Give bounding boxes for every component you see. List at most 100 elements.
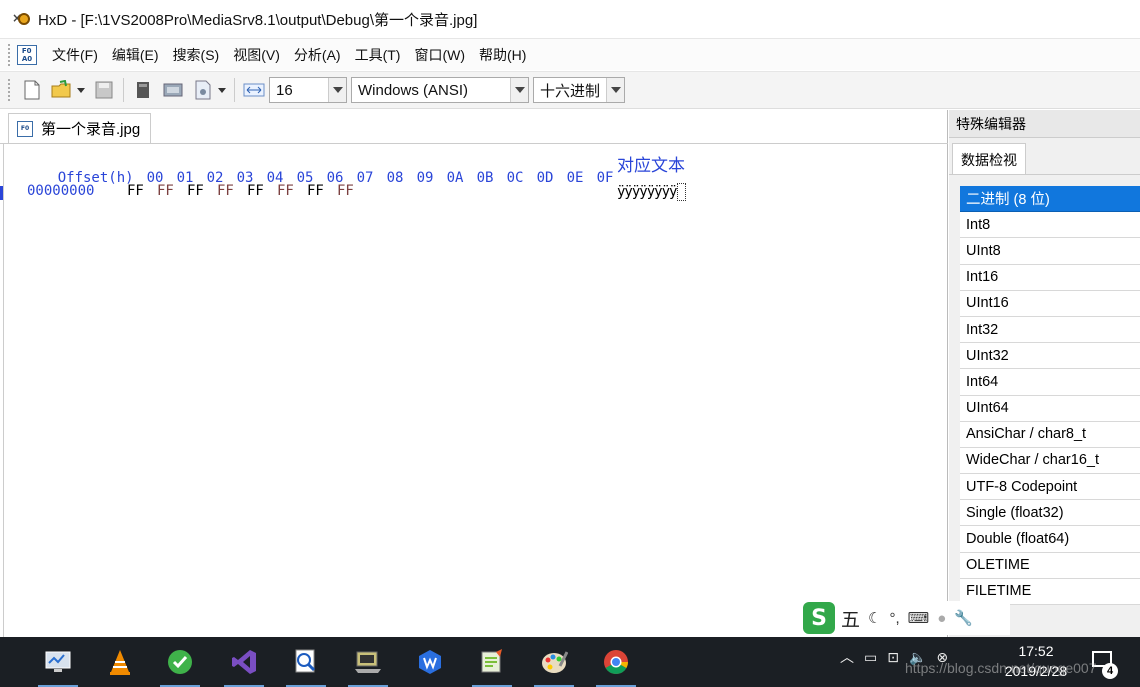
menu-window[interactable]: 窗口(W) xyxy=(407,45,472,65)
inspector-row-widechar[interactable]: WideChar / char16_t xyxy=(960,447,1140,475)
open-folder-icon xyxy=(51,80,71,98)
menu-analysis[interactable]: 分析(A) xyxy=(287,45,348,65)
watermark: https://blog.csdn.net/quoge007 xyxy=(905,660,1097,676)
column-header: 0D xyxy=(536,170,554,186)
hex-byte[interactable]: FF xyxy=(247,183,277,199)
menu-search[interactable]: 搜索(S) xyxy=(166,45,227,65)
ram-icon xyxy=(163,83,183,97)
inspector-row-uint16[interactable]: UInt16 xyxy=(960,290,1140,317)
bytes-per-row-select[interactable]: 16 xyxy=(269,77,347,103)
menu-bar: F0 A0 文件(F) 编辑(E) 搜索(S) 视图(V) 分析(A) 工具(T)… xyxy=(0,38,1140,70)
hex-byte[interactable]: FF xyxy=(217,183,247,199)
hex-byte[interactable]: FF xyxy=(127,183,157,199)
width-arrows-icon xyxy=(243,83,265,97)
menu-view[interactable]: 视图(V) xyxy=(226,45,287,65)
panel-tab-divider xyxy=(949,174,1140,175)
taskbar-app-wps[interactable] xyxy=(410,643,450,681)
ram-button[interactable] xyxy=(161,78,185,102)
hex-byte[interactable]: FF xyxy=(277,183,307,199)
hex-editor[interactable]: F0 第一个录音.jpg Offset(h) 00 01 02 03 04 05 06 07 08… xyxy=(0,110,948,637)
text-column-header: 对应文本 xyxy=(617,156,685,175)
ime-mode-label[interactable]: 五 xyxy=(841,605,860,632)
taskbar-app-monitor[interactable] xyxy=(38,643,78,687)
decoded-text[interactable]: ÿÿÿÿÿÿÿÿ xyxy=(617,184,677,200)
inspector-row-int64[interactable]: Int64 xyxy=(960,369,1140,396)
document-tab[interactable]: F0 第一个录音.jpg xyxy=(8,113,152,143)
image-button[interactable] xyxy=(191,78,215,102)
disk-icon xyxy=(137,82,149,98)
hex-byte[interactable]: FF xyxy=(157,183,187,199)
toolbar-grip xyxy=(8,79,11,101)
open-dropdown-arrow-icon[interactable] xyxy=(77,87,85,93)
menu-grip xyxy=(8,43,11,66)
text-cursor xyxy=(677,183,687,201)
hex-byte[interactable]: FF xyxy=(337,183,367,199)
inspector-row-double[interactable]: Double (float64) xyxy=(960,526,1140,553)
chevron-down-icon[interactable] xyxy=(606,78,624,102)
editor-left-gutter xyxy=(0,143,4,637)
text-row[interactable]: ÿÿÿÿÿÿÿÿ xyxy=(617,183,687,201)
disk-button[interactable] xyxy=(131,78,155,102)
inspector-row-utf8[interactable]: UTF-8 Codepoint xyxy=(960,474,1140,501)
user-icon[interactable]: ● xyxy=(937,610,946,627)
inspector-row-ansichar[interactable]: AnsiChar / char8_t xyxy=(960,421,1140,448)
inspector-row-single[interactable]: Single (float32) xyxy=(960,500,1140,527)
show-hidden-icons-icon[interactable]: ︿ xyxy=(840,647,854,667)
paint-palette-icon xyxy=(542,651,568,673)
taskbar-app-hxd[interactable] xyxy=(286,643,326,687)
open-file-button[interactable] xyxy=(50,78,74,102)
inspector-row-uint8[interactable]: UInt8 xyxy=(960,238,1140,265)
hex-bytes-row[interactable]: FF FF FF FF FF FF FF FF xyxy=(127,183,367,199)
keyboard-icon[interactable]: ⌨ xyxy=(908,609,930,627)
taskbar-app-terminal[interactable] xyxy=(348,643,388,687)
new-file-icon xyxy=(24,80,40,100)
taskbar-app-notepad[interactable] xyxy=(472,643,512,687)
inspector-row-oletime[interactable]: OLETIME xyxy=(960,552,1140,579)
notification-count-badge: 4 xyxy=(1102,663,1118,679)
inspector-row-uint64[interactable]: UInt64 xyxy=(960,395,1140,422)
tab-data-inspector[interactable]: 数据检视 xyxy=(952,143,1026,175)
chevron-down-icon[interactable] xyxy=(510,78,528,102)
taskbar-app-paint[interactable] xyxy=(534,643,574,687)
image-dropdown-arrow-icon[interactable] xyxy=(218,87,226,93)
menu-tools[interactable]: 工具(T) xyxy=(348,45,408,65)
row-offset: 00000000 xyxy=(27,183,95,199)
punctuation-icon[interactable]: °, xyxy=(889,610,899,627)
inspector-row-int16[interactable]: Int16 xyxy=(960,264,1140,291)
taskbar-app-check[interactable] xyxy=(160,643,200,687)
taskbar-app-vlc[interactable] xyxy=(100,643,140,681)
charset-select[interactable]: Windows (ANSI) xyxy=(351,77,529,103)
inspector-row-uint32[interactable]: UInt32 xyxy=(960,343,1140,370)
menu-help[interactable]: 帮助(H) xyxy=(472,45,533,65)
hex-byte[interactable]: FF xyxy=(187,183,217,199)
menu-file[interactable]: 文件(F) xyxy=(45,45,105,65)
panel-title: 特殊编辑器 xyxy=(949,110,1140,138)
hex-byte[interactable]: FF xyxy=(307,183,337,199)
taskbar-app-chrome[interactable] xyxy=(596,643,636,687)
taskbar-app-visual-studio[interactable] xyxy=(224,643,264,687)
offset-base-select[interactable]: 十六进制 xyxy=(533,77,625,103)
notepad-plus-icon xyxy=(481,649,502,673)
chevron-down-icon[interactable] xyxy=(328,78,346,102)
wrench-icon[interactable]: 🔧 xyxy=(954,609,973,627)
column-header: 0A xyxy=(446,170,464,186)
document-tab-label: 第一个录音.jpg xyxy=(41,121,141,138)
document-icon: F0 xyxy=(17,120,33,137)
sogou-ime-icon[interactable]: S xyxy=(803,602,835,634)
menu-edit[interactable]: 编辑(E) xyxy=(105,45,166,65)
document-icon[interactable]: F0 A0 xyxy=(17,44,37,65)
inspector-row-binary[interactable]: 二进制 (8 位) xyxy=(960,186,1140,213)
clock-time: 17:52 xyxy=(1018,643,1054,659)
inspector-row-int8[interactable]: Int8 xyxy=(960,212,1140,239)
network-icon[interactable]: ▭ xyxy=(864,649,877,666)
inspector-row-int32[interactable]: Int32 xyxy=(960,316,1140,344)
charset-value: Windows (ANSI) xyxy=(358,81,469,99)
hex-editor-app-icon xyxy=(295,649,316,673)
display-icon[interactable]: ⊡ xyxy=(887,649,899,666)
save-button[interactable] xyxy=(92,78,116,102)
save-icon xyxy=(95,81,113,99)
ime-toolbar[interactable]: S 五 ☾ °, ⌨ ● 🔧 xyxy=(800,601,1010,635)
data-inspector-list[interactable]: 二进制 (8 位) Int8 UInt8 Int16 UInt16 Int32 … xyxy=(960,186,1140,605)
moon-icon[interactable]: ☾ xyxy=(868,609,881,627)
new-file-button[interactable] xyxy=(20,78,44,102)
